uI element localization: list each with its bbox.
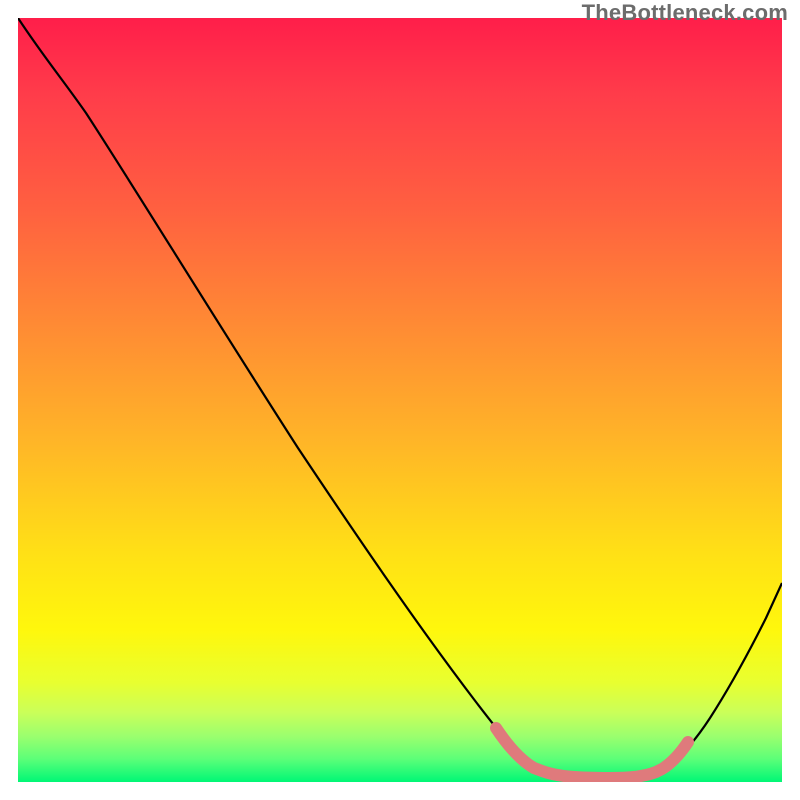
- optimal-band-highlight: [496, 728, 688, 778]
- chart-container: TheBottleneck.com: [0, 0, 800, 800]
- plot-area: [18, 18, 782, 782]
- bottleneck-curve: [18, 18, 782, 778]
- curve-layer: [18, 18, 782, 782]
- watermark-text: TheBottleneck.com: [582, 0, 788, 26]
